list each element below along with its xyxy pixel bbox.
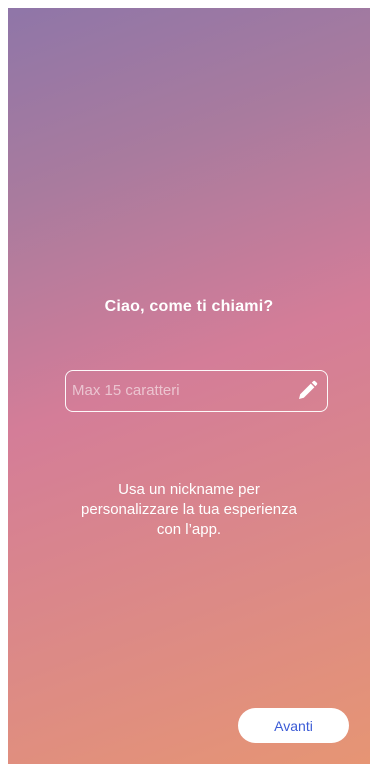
nickname-field[interactable] — [65, 370, 328, 412]
next-button[interactable]: Avanti — [238, 708, 349, 743]
page-title: Ciao, come ti chiami? — [104, 298, 274, 315]
helper-text: Usa un nickname per personalizzare la tu… — [81, 481, 297, 538]
nickname-input[interactable] — [72, 371, 282, 410]
pencil-icon[interactable] — [295, 379, 319, 403]
onboarding-screen: Ciao, come ti chiami? Usa un nickname pe… — [8, 8, 370, 764]
